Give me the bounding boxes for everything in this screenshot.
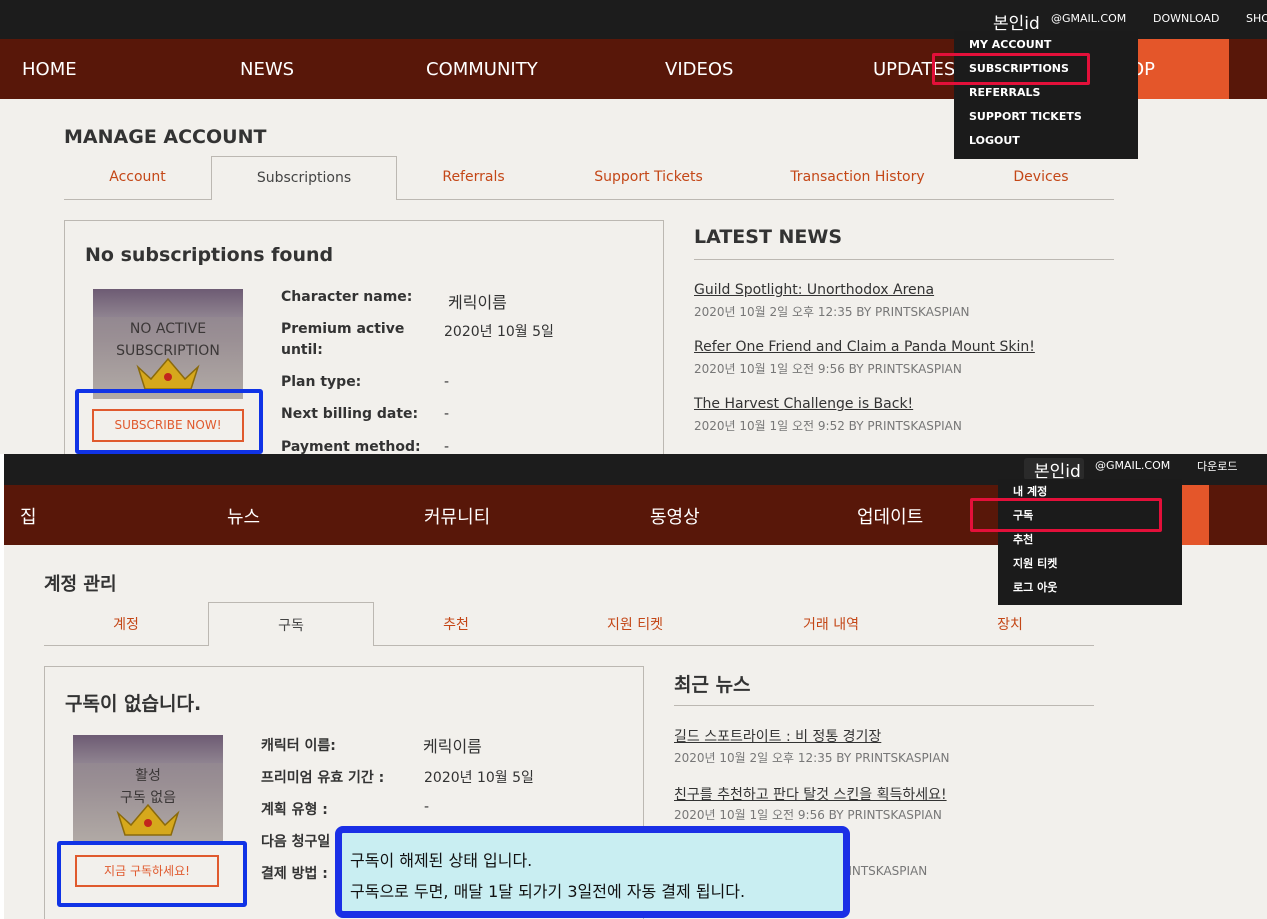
field-label-character-name: Character name:: [281, 289, 413, 305]
tab-devices[interactable]: 장치: [930, 614, 1090, 634]
news-item-meta: RINTSKASPIAN: [840, 864, 928, 878]
field-label-plan-type: Plan type:: [281, 374, 362, 390]
nav-videos[interactable]: VIDEOS: [665, 59, 733, 80]
field-value-character-name: 케릭이름: [448, 293, 507, 312]
field-label-premium-active: 프리미엄 유효 기간 :: [261, 770, 385, 786]
highlight-subscriptions-menu: [932, 53, 1090, 85]
account-email-link[interactable]: @GMAIL.COM: [1095, 459, 1170, 472]
card-title: 구독이 없습니다.: [65, 693, 202, 715]
news-divider: [694, 259, 1114, 260]
tab-support-tickets[interactable]: Support Tickets: [550, 169, 747, 185]
nav-news[interactable]: 뉴스: [227, 503, 260, 529]
tab-transaction-history[interactable]: Transaction History: [747, 169, 968, 185]
field-value-character-name: 케릭이름: [423, 737, 482, 756]
tabs-underline: [44, 645, 1094, 646]
download-link[interactable]: DOWNLOAD: [1153, 12, 1219, 25]
field-label-premium-active-2: until:: [281, 342, 323, 358]
menu-item-referrals[interactable]: REFERRALS: [969, 86, 1040, 99]
news-item-meta: 2020년 10월 1일 오전 9:56 BY PRINTSKASPIAN: [674, 808, 942, 822]
news-item-meta: 2020년 10월 2일 오후 12:35 BY PRINTSKASPIAN: [674, 751, 950, 765]
menu-item-my-account[interactable]: MY ACCOUNT: [969, 38, 1051, 51]
field-label-premium-active: Premium active: [281, 321, 405, 337]
tab-support-tickets[interactable]: 지원 티켓: [538, 614, 732, 634]
menu-item-support-tickets[interactable]: 지원 티켓: [1013, 555, 1057, 571]
news-divider: [674, 705, 1094, 706]
page-title: MANAGE ACCOUNT: [64, 126, 267, 148]
menu-item-referrals[interactable]: 추천: [1013, 531, 1033, 547]
field-label-payment-method: 결제 방법 :: [261, 866, 328, 882]
tab-subscriptions[interactable]: 구독: [208, 602, 374, 646]
menu-item-support-tickets[interactable]: SUPPORT TICKETS: [969, 110, 1082, 123]
news-item-link[interactable]: Refer One Friend and Claim a Panda Mount…: [694, 339, 1035, 355]
news-item-link[interactable]: Guild Spotlight: Unorthodox Arena: [694, 282, 934, 298]
field-value-next-billing: -: [444, 406, 450, 422]
nav-community[interactable]: COMMUNITY: [426, 59, 538, 80]
nav-news[interactable]: NEWS: [240, 59, 294, 80]
field-label-payment-method: Payment method:: [281, 439, 421, 454]
no-subscription-image: NO ACTIVE SUBSCRIPTION: [93, 289, 243, 399]
card-title: No subscriptions found: [85, 244, 334, 266]
news-item-meta: 2020년 10월 1일 오전 9:56 BY PRINTSKASPIAN: [694, 362, 962, 376]
field-value-payment-method: -: [444, 439, 450, 454]
menu-item-logout[interactable]: 로그 아웃: [1013, 579, 1057, 595]
news-item-meta: 2020년 10월 2일 오후 12:35 BY PRINTSKASPIAN: [694, 305, 970, 319]
field-label-next-billing: 다음 청구일: [261, 834, 331, 850]
curtain-decoration: [73, 735, 223, 763]
news-item-meta: 2020년 10월 1일 오전 9:52 BY PRINTSKASPIAN: [694, 419, 962, 433]
news-item-link[interactable]: The Harvest Challenge is Back!: [694, 396, 913, 412]
english-screenshot: 본인id @GMAIL.COM DOWNLOAD SHO HOME NEWS C…: [0, 0, 1267, 454]
tab-subscriptions-label: 구독: [278, 618, 304, 634]
tab-devices[interactable]: Devices: [968, 169, 1114, 185]
highlight-subscriptions-menu: [970, 498, 1162, 532]
tab-referrals[interactable]: Referrals: [397, 169, 550, 185]
latest-news-title: 최근 뉴스: [674, 674, 751, 696]
menu-item-my-account[interactable]: 내 계정: [1013, 483, 1047, 499]
highlight-subscribe-button: [57, 841, 247, 907]
annotation-line-2: 구독으로 두면, 매달 1달 되가기 3일전에 자동 결제 됩니다.: [350, 882, 746, 901]
field-value-premium-active: 2020년 10월 5일: [424, 770, 534, 786]
annotation-callout: 구독이 해제된 상태 입니다. 구독으로 두면, 매달 1달 되가기 3일전에 …: [335, 826, 850, 918]
curtain-decoration: [93, 289, 243, 317]
no-active-text-1: 활성: [135, 768, 161, 784]
nav-home[interactable]: HOME: [22, 59, 77, 80]
annotation-line-1: 구독이 해제된 상태 입니다.: [350, 851, 533, 870]
tab-subscriptions[interactable]: Subscriptions: [211, 156, 397, 200]
news-item-link[interactable]: 친구를 추천하고 판다 탈것 스킨을 획득하세요!: [674, 784, 947, 804]
tab-account[interactable]: Account: [64, 169, 211, 185]
nav-videos[interactable]: 동영상: [650, 503, 700, 529]
nav-home[interactable]: 집: [20, 503, 37, 529]
highlight-subscribe-button: [75, 389, 263, 454]
nav-community[interactable]: 커뮤니티: [424, 503, 490, 529]
field-value-plan-type: -: [444, 374, 450, 390]
no-active-text-1: NO ACTIVE: [129, 321, 207, 337]
no-active-text-2: 구독 없음: [120, 790, 176, 806]
page-title: 계정 관리: [44, 574, 117, 595]
download-link[interactable]: 다운로드: [1197, 458, 1237, 474]
shop-link[interactable]: SHO: [1246, 12, 1267, 25]
account-dropdown-menu: MY ACCOUNT SUBSCRIPTIONS REFERRALS SUPPO…: [954, 31, 1138, 159]
field-value-premium-active: 2020년 10월 5일: [444, 324, 554, 340]
menu-item-logout[interactable]: LOGOUT: [969, 134, 1020, 147]
field-value-plan-type: -: [424, 799, 430, 815]
no-active-text-2: SUBSCRIPTION: [116, 343, 220, 359]
nav-updates[interactable]: 업데이트: [857, 503, 923, 529]
tab-subscriptions-label: Subscriptions: [256, 170, 352, 186]
field-label-plan-type: 계획 유형 :: [261, 802, 328, 818]
blurred-email-prefix: [970, 10, 990, 28]
tab-account[interactable]: 계정: [44, 614, 208, 634]
no-subscription-image: 활성 구독 없음: [73, 735, 223, 845]
tab-transaction-history[interactable]: 거래 내역: [732, 614, 930, 634]
field-label-next-billing: Next billing date:: [281, 406, 419, 422]
latest-news-title: LATEST NEWS: [694, 226, 843, 248]
field-label-character-name: 캐릭터 이름:: [261, 738, 336, 754]
news-item-link[interactable]: 길드 스포트라이트 : 비 정통 경기장: [674, 726, 881, 746]
tab-referrals[interactable]: 추천: [374, 614, 538, 634]
account-email-link[interactable]: @GMAIL.COM: [1051, 12, 1126, 25]
